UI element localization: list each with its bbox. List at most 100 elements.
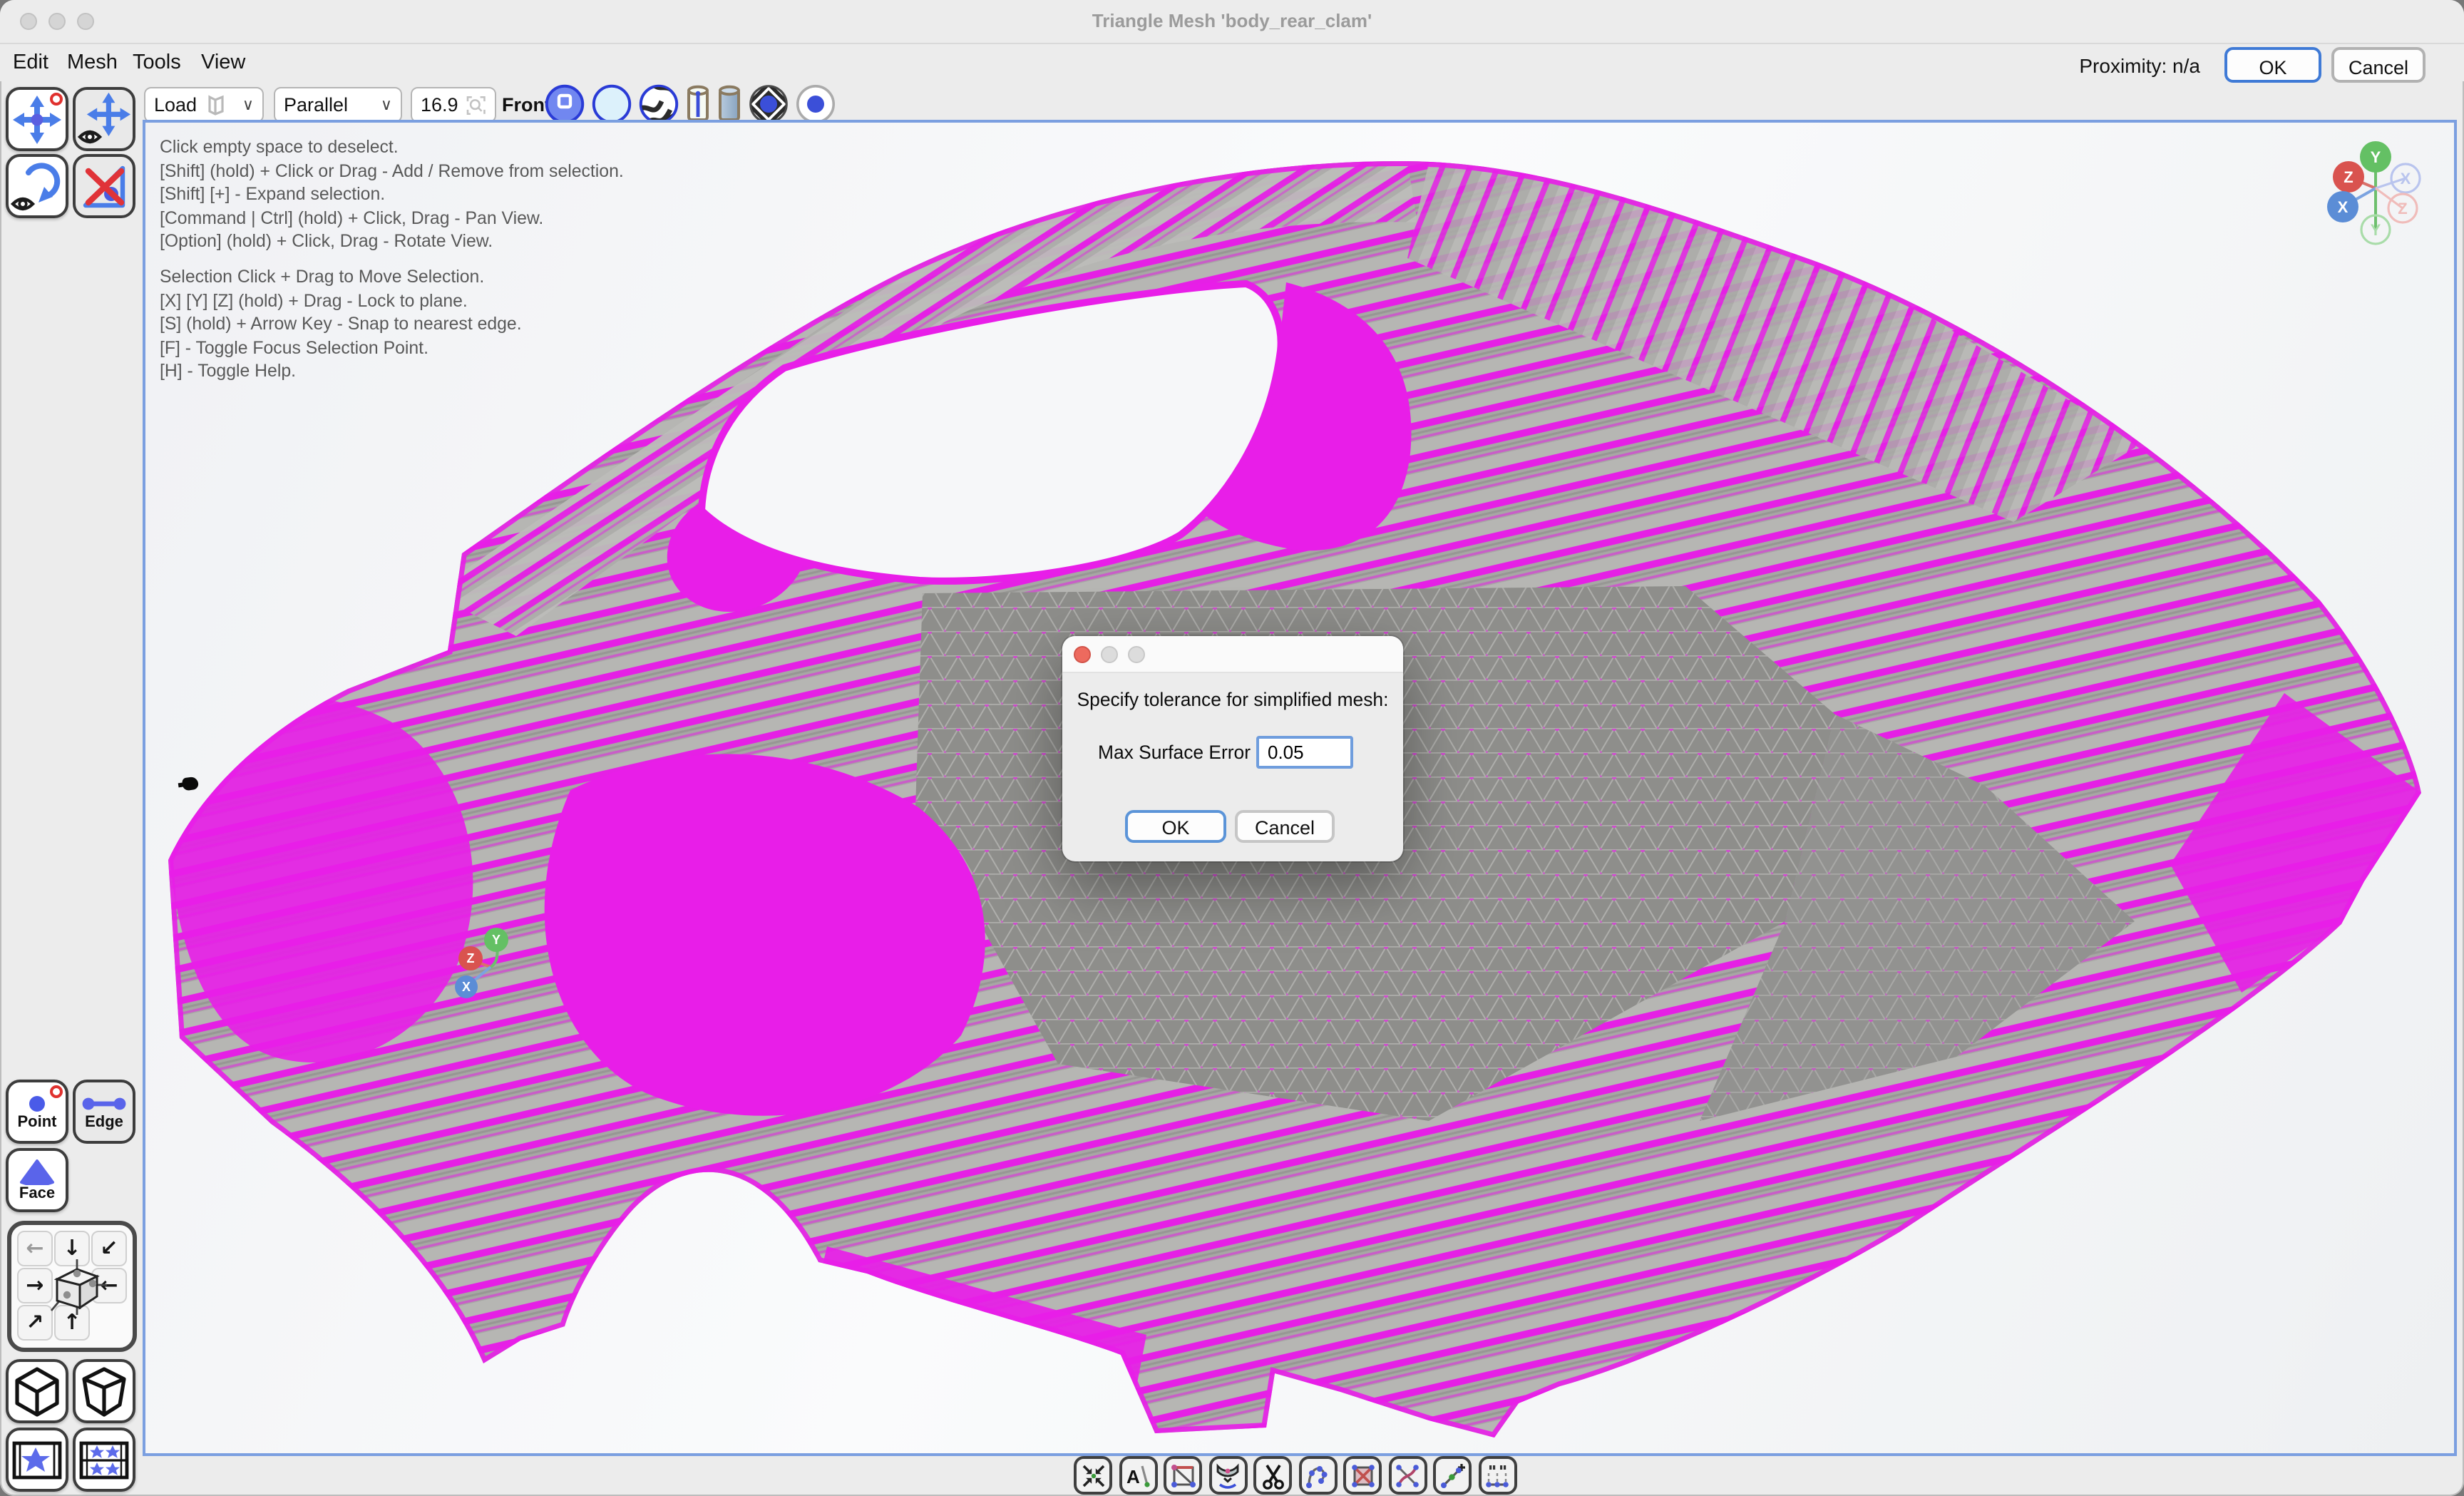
help-line: [X] [Y] [Z] (hold) + Drag - Lock to plan… — [160, 289, 624, 312]
face-icon — [19, 1159, 56, 1184]
menu-view[interactable]: View — [201, 51, 245, 74]
point-icon — [24, 1093, 50, 1113]
edge-icon — [81, 1093, 127, 1113]
mode-label: Face — [19, 1184, 55, 1202]
display-mode-icons — [545, 84, 836, 124]
active-badge — [50, 1085, 63, 1098]
perspective-cube-icon — [80, 1366, 128, 1417]
zebra-sphere-icon[interactable] — [639, 84, 679, 124]
zoom-field[interactable]: 16.9 — [411, 87, 496, 123]
add-point-icon[interactable] — [1433, 1456, 1472, 1495]
spline-icon[interactable] — [1298, 1456, 1337, 1495]
reflection-sphere-icon[interactable] — [749, 84, 789, 124]
dialog-title-bar — [1062, 636, 1403, 673]
svg-text:Y: Y — [492, 933, 500, 947]
cylinder-shaded-icon[interactable] — [717, 84, 741, 124]
surface-fit-icon[interactable] — [1208, 1456, 1247, 1495]
help-line: [Shift] (hold) + Click or Drag - Add / R… — [160, 159, 624, 183]
axis-y-label: Y — [2371, 148, 2381, 166]
help-line: Click empty space to deselect. — [160, 135, 624, 159]
title-bar: Triangle Mesh 'body_rear_clam' — [0, 0, 2464, 44]
view-navigation-panel: ← ↓ ↙ → ← ↗ ↑ — [7, 1221, 137, 1352]
orientation-gizmo[interactable]: Y Z X X Z Y — [2314, 128, 2437, 251]
window-title: Triangle Mesh 'body_rear_clam' — [0, 10, 2464, 31]
orthographic-cube-button[interactable] — [6, 1359, 68, 1423]
help-line: [Command | Ctrl] (hold) + Click, Drag - … — [160, 207, 624, 230]
iso-cube-icon — [13, 1366, 61, 1417]
help-line: [S] (hold) + Arrow Key - Snap to nearest… — [160, 312, 624, 336]
zoom-magnifier-icon — [467, 95, 486, 115]
delete-selection-tool-button[interactable] — [73, 154, 135, 218]
rotate-arrow-icon — [10, 159, 64, 213]
proximity-status: Proximity: n/a — [2079, 54, 2200, 77]
mode-label: Point — [18, 1113, 57, 1130]
svg-text:A: A — [1126, 1465, 1140, 1487]
eye-icon — [80, 131, 100, 141]
dialog-close-icon[interactable] — [1074, 646, 1091, 663]
menu-bar: Edit Mesh Tools View Proximity: n/a OK C… — [0, 44, 2464, 81]
cancel-button[interactable]: Cancel — [2331, 47, 2426, 83]
max-surface-error-input[interactable] — [1256, 736, 1353, 769]
page-flip-icon — [205, 94, 227, 116]
dialog-zoom-icon[interactable] — [1128, 646, 1145, 663]
menu-edit[interactable]: Edit — [13, 51, 48, 74]
scissors-icon[interactable] — [1253, 1456, 1292, 1495]
menu-tools[interactable]: Tools — [133, 51, 181, 74]
ok-button[interactable]: OK — [2224, 47, 2321, 83]
swap-edge-icon[interactable] — [1388, 1456, 1427, 1495]
single-view-star-icon — [11, 1440, 63, 1480]
select-mode-face-button[interactable]: Face — [6, 1148, 68, 1212]
menu-mesh[interactable]: Mesh — [67, 51, 118, 74]
delete-triangle-icon — [78, 160, 130, 212]
dialog-cancel-button[interactable]: Cancel — [1235, 810, 1335, 843]
collapse-icon[interactable] — [1074, 1456, 1112, 1495]
help-line: [Option] (hold) + Click, Drag - Rotate V… — [160, 230, 624, 254]
flat-sphere-icon[interactable] — [592, 84, 632, 124]
svg-text:Z: Z — [467, 951, 475, 965]
load-dropdown[interactable]: Load ∨ — [144, 87, 264, 123]
delete-face-icon[interactable] — [1343, 1456, 1382, 1495]
app-window: Triangle Mesh 'body_rear_clam' Edit Mesh… — [0, 0, 2464, 1496]
zoom-value: 16.9 — [421, 94, 458, 116]
dialog-minimize-icon[interactable] — [1101, 646, 1118, 663]
select-mode-edge-button[interactable]: Edge — [73, 1080, 135, 1144]
move-visible-tool-button[interactable] — [73, 87, 135, 151]
cylinder-outline-icon[interactable] — [686, 84, 710, 124]
chevron-down-icon: ∨ — [381, 96, 392, 114]
single-view-button[interactable] — [6, 1428, 68, 1492]
active-badge — [50, 93, 63, 106]
rotate-visible-tool-button[interactable] — [6, 154, 68, 218]
point-sphere-icon[interactable] — [796, 84, 836, 124]
max-surface-error-label: Max Surface Error — [1098, 742, 1251, 763]
dialog-ok-button[interactable]: OK — [1125, 810, 1226, 843]
bottom-toolbar: A — [1074, 1456, 1516, 1495]
projection-value: Parallel — [284, 94, 348, 116]
mode-label: Edge — [85, 1113, 123, 1130]
move-tool-button[interactable] — [6, 87, 68, 151]
face-diagonal-icon[interactable] — [1164, 1456, 1202, 1495]
selection-point-gizmo[interactable]: Y Z X — [445, 916, 528, 1007]
axis-neg-z-label: Z — [2398, 200, 2407, 217]
dialog-message: Specify tolerance for simplified mesh: — [1062, 689, 1403, 710]
help-line: [F] - Toggle Focus Selection Point. — [160, 337, 624, 360]
chevron-down-icon: ∨ — [242, 96, 254, 114]
svg-text:X: X — [462, 980, 471, 994]
eye-icon — [13, 198, 33, 208]
perspective-cube-button[interactable] — [73, 1359, 135, 1423]
select-mode-point-button[interactable]: Point — [6, 1080, 68, 1144]
help-line: [H] - Toggle Help. — [160, 360, 624, 384]
nav-cube-icon — [46, 1254, 108, 1319]
measure-icon[interactable] — [1478, 1456, 1516, 1495]
axis-neg-x-label: X — [2401, 170, 2411, 188]
move-visible-icon — [77, 92, 131, 146]
projection-dropdown[interactable]: Parallel ∨ — [274, 87, 402, 123]
help-line: [Shift] [+] - Expand selection. — [160, 183, 624, 206]
quad-view-button[interactable] — [73, 1428, 135, 1492]
annotate-icon[interactable]: A — [1119, 1456, 1157, 1495]
axis-z-label: Z — [2344, 168, 2353, 186]
help-overlay: Click empty space to deselect. [Shift] (… — [160, 135, 624, 384]
tolerance-dialog: Specify tolerance for simplified mesh: M… — [1062, 636, 1403, 861]
load-label: Load — [154, 94, 197, 116]
shaded-sphere-icon[interactable] — [545, 84, 585, 124]
axis-neg-y-label: Y — [2371, 221, 2381, 239]
